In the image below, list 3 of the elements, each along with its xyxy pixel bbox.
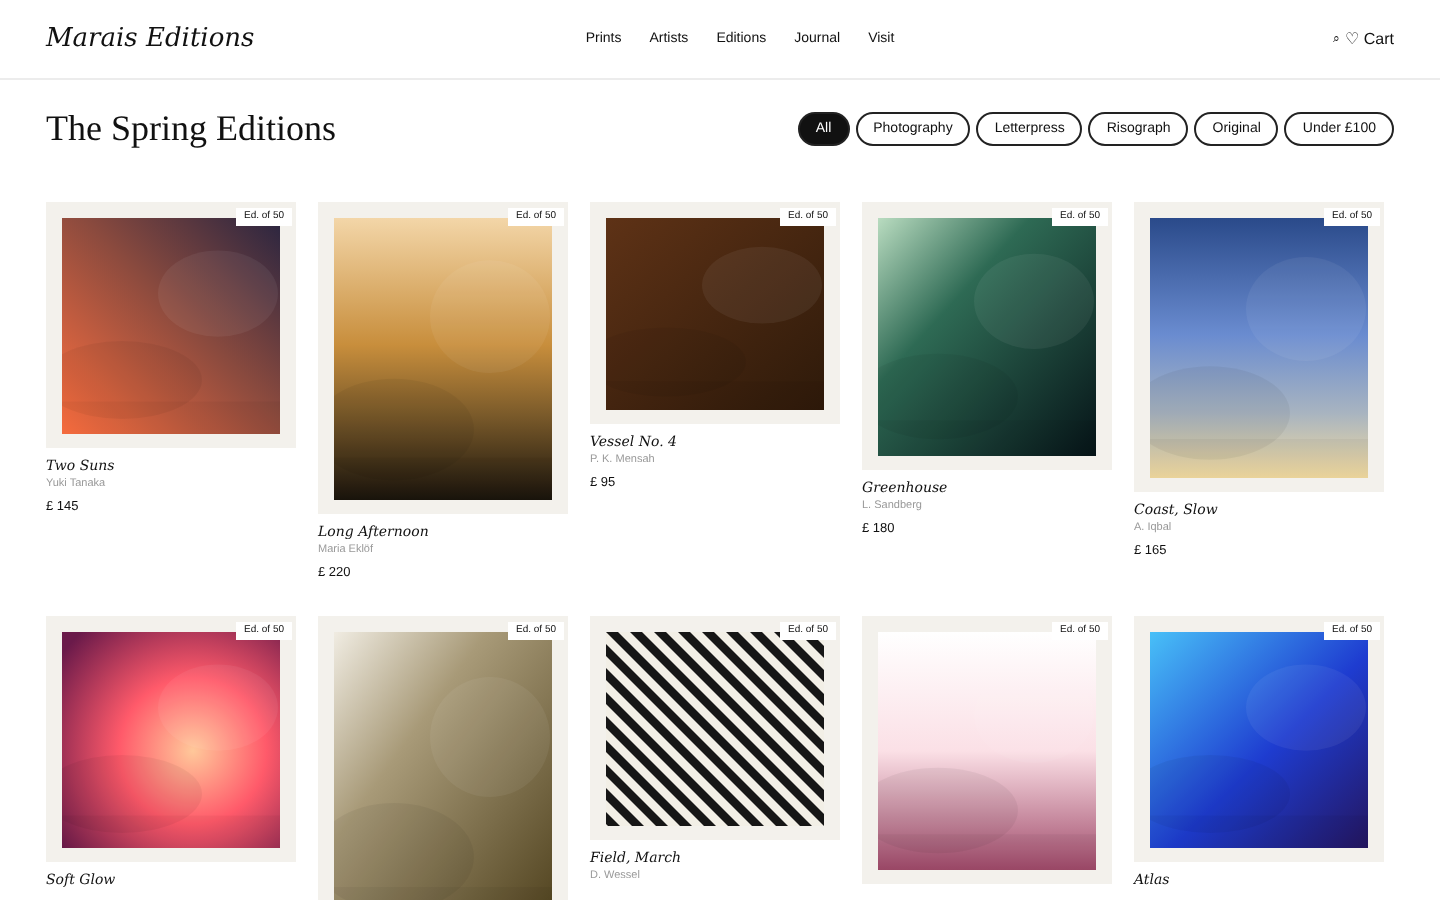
brand-logo[interactable]: Marais Editions (46, 24, 526, 54)
page-title: The Spring Editions (46, 107, 336, 149)
cart-link[interactable]: ♡ Cart (1345, 30, 1394, 48)
